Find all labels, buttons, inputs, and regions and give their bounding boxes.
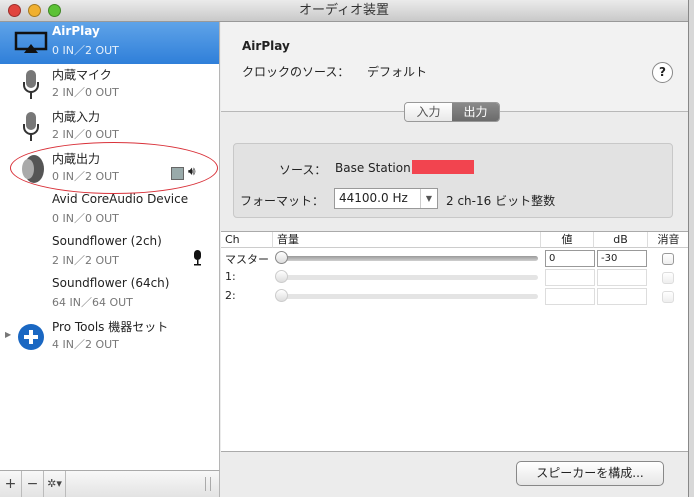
device-soundflower-2ch[interactable]: Soundflower (2ch) 2 IN／2 OUT bbox=[0, 232, 219, 274]
slider-knob[interactable] bbox=[275, 289, 288, 302]
col-value: 値 bbox=[541, 232, 594, 248]
slider-knob[interactable] bbox=[275, 270, 288, 283]
sidebar-toolbar: + − ✲▾ bbox=[0, 470, 220, 497]
audio-devices-window: オーディオ装置 AirPlay 0 IN／2 OUT 内蔵マイク 2 IN／0 … bbox=[0, 0, 689, 497]
device-name: 内蔵入力 bbox=[52, 110, 101, 124]
source-value: Base Station bbox=[335, 161, 411, 175]
table-row-master: マスター 0 -30 bbox=[221, 249, 688, 268]
remove-device-button[interactable]: − bbox=[22, 471, 44, 497]
detail-header: AirPlay クロックのソース： デフォルト ? bbox=[221, 22, 688, 112]
minimize-button[interactable] bbox=[28, 4, 41, 17]
device-name: AirPlay bbox=[52, 24, 100, 38]
device-name: Soundflower (64ch) bbox=[52, 276, 170, 290]
format-description: 2 ch-16 ビット整数 bbox=[446, 194, 556, 208]
add-device-button[interactable]: + bbox=[0, 471, 22, 497]
microphone-icon bbox=[14, 68, 48, 102]
mute-checkbox[interactable] bbox=[662, 291, 674, 303]
db-field[interactable] bbox=[597, 288, 647, 305]
help-button[interactable]: ? bbox=[652, 62, 673, 83]
db-field[interactable]: -30 bbox=[597, 250, 647, 267]
db-field[interactable] bbox=[597, 269, 647, 286]
device-detail-pane: AirPlay クロックのソース： デフォルト ? 入力 出力 ソース： Bas… bbox=[221, 22, 688, 497]
value-field[interactable] bbox=[545, 269, 595, 286]
volume-slider[interactable] bbox=[275, 251, 538, 264]
channel-label: 1: bbox=[225, 270, 236, 283]
mute-checkbox[interactable] bbox=[662, 272, 674, 284]
volume-slider[interactable] bbox=[275, 270, 538, 283]
gear-menu-button[interactable]: ✲▾ bbox=[44, 471, 66, 497]
channel-label: マスター bbox=[225, 253, 269, 266]
table-row-2: 2: bbox=[221, 287, 688, 306]
device-io: 2 IN／2 OUT bbox=[52, 254, 119, 267]
device-io: 4 IN／2 OUT bbox=[52, 338, 119, 351]
device-io: 64 IN／64 OUT bbox=[52, 296, 133, 309]
device-avid[interactable]: Avid CoreAudio Device 0 IN／0 OUT bbox=[0, 190, 219, 232]
annotation-circle bbox=[10, 142, 218, 194]
format-label: フォーマット： bbox=[240, 194, 325, 208]
col-volume: 音量 bbox=[273, 232, 541, 248]
device-title: AirPlay bbox=[242, 39, 290, 53]
channel-label: 2: bbox=[225, 289, 236, 302]
sample-rate-select[interactable]: 44100.0 Hz ▼ bbox=[334, 188, 438, 209]
mute-checkbox[interactable] bbox=[662, 253, 674, 265]
device-soundflower-64ch[interactable]: Soundflower (64ch) 64 IN／64 OUT bbox=[0, 274, 219, 316]
col-db: dB bbox=[594, 232, 648, 248]
zoom-button[interactable] bbox=[48, 4, 61, 17]
volume-slider[interactable] bbox=[275, 289, 538, 302]
device-name: Soundflower (2ch) bbox=[52, 234, 162, 248]
device-io: 0 IN／2 OUT bbox=[52, 44, 119, 57]
table-row-1: 1: bbox=[221, 268, 688, 287]
channel-volume-table: Ch 音量 値 dB 消音 マスター 0 -30 1: 2: bbox=[221, 231, 688, 452]
tab-output[interactable]: 出力 bbox=[452, 103, 499, 121]
window-title: オーディオ装置 bbox=[298, 3, 390, 18]
device-name: 内蔵マイク bbox=[52, 68, 112, 82]
device-builtin-mic[interactable]: 内蔵マイク 2 IN／0 OUT bbox=[0, 64, 219, 106]
close-button[interactable] bbox=[8, 4, 21, 17]
device-list: AirPlay 0 IN／2 OUT 内蔵マイク 2 IN／0 OUT 内蔵入力… bbox=[0, 22, 220, 470]
sample-rate-value: 44100.0 Hz bbox=[339, 191, 408, 205]
slider-knob[interactable] bbox=[275, 251, 288, 264]
disclosure-triangle-icon[interactable]: ▶ bbox=[5, 330, 11, 339]
device-airplay[interactable]: AirPlay 0 IN／2 OUT bbox=[0, 22, 219, 64]
redaction-mark bbox=[412, 160, 474, 174]
value-field[interactable] bbox=[545, 288, 595, 305]
tab-input[interactable]: 入力 bbox=[405, 103, 452, 121]
dropdown-arrow-icon: ▼ bbox=[420, 189, 437, 208]
device-name: Pro Tools 機器セット bbox=[52, 320, 169, 334]
format-group: ソース： Base Station フォーマット： 44100.0 Hz ▼ 2… bbox=[233, 143, 673, 218]
io-tabs: 入力 出力 bbox=[404, 102, 500, 122]
col-mute: 消音 bbox=[648, 232, 688, 248]
configure-speakers-button[interactable]: スピーカーを構成... bbox=[516, 461, 664, 486]
col-ch: Ch bbox=[221, 232, 273, 248]
resize-handle[interactable] bbox=[205, 477, 211, 491]
value-field[interactable]: 0 bbox=[545, 250, 595, 267]
airplay-icon bbox=[14, 26, 48, 60]
clock-source-value[interactable]: デフォルト bbox=[367, 63, 427, 80]
source-label: ソース： bbox=[279, 163, 327, 177]
device-io: 2 IN／0 OUT bbox=[52, 86, 119, 99]
aggregate-plus-icon bbox=[14, 320, 48, 354]
title-bar: オーディオ装置 bbox=[0, 0, 688, 22]
device-name: Avid CoreAudio Device bbox=[52, 192, 189, 206]
clock-source-label: クロックのソース： bbox=[242, 65, 350, 79]
device-pro-tools-aggregate[interactable]: ▶ Pro Tools 機器セット 4 IN／2 OUT bbox=[0, 316, 219, 358]
device-io: 2 IN／0 OUT bbox=[52, 128, 119, 141]
device-io: 0 IN／0 OUT bbox=[52, 212, 119, 225]
microphone-icon bbox=[14, 110, 48, 144]
sound-input-icon bbox=[193, 250, 202, 269]
